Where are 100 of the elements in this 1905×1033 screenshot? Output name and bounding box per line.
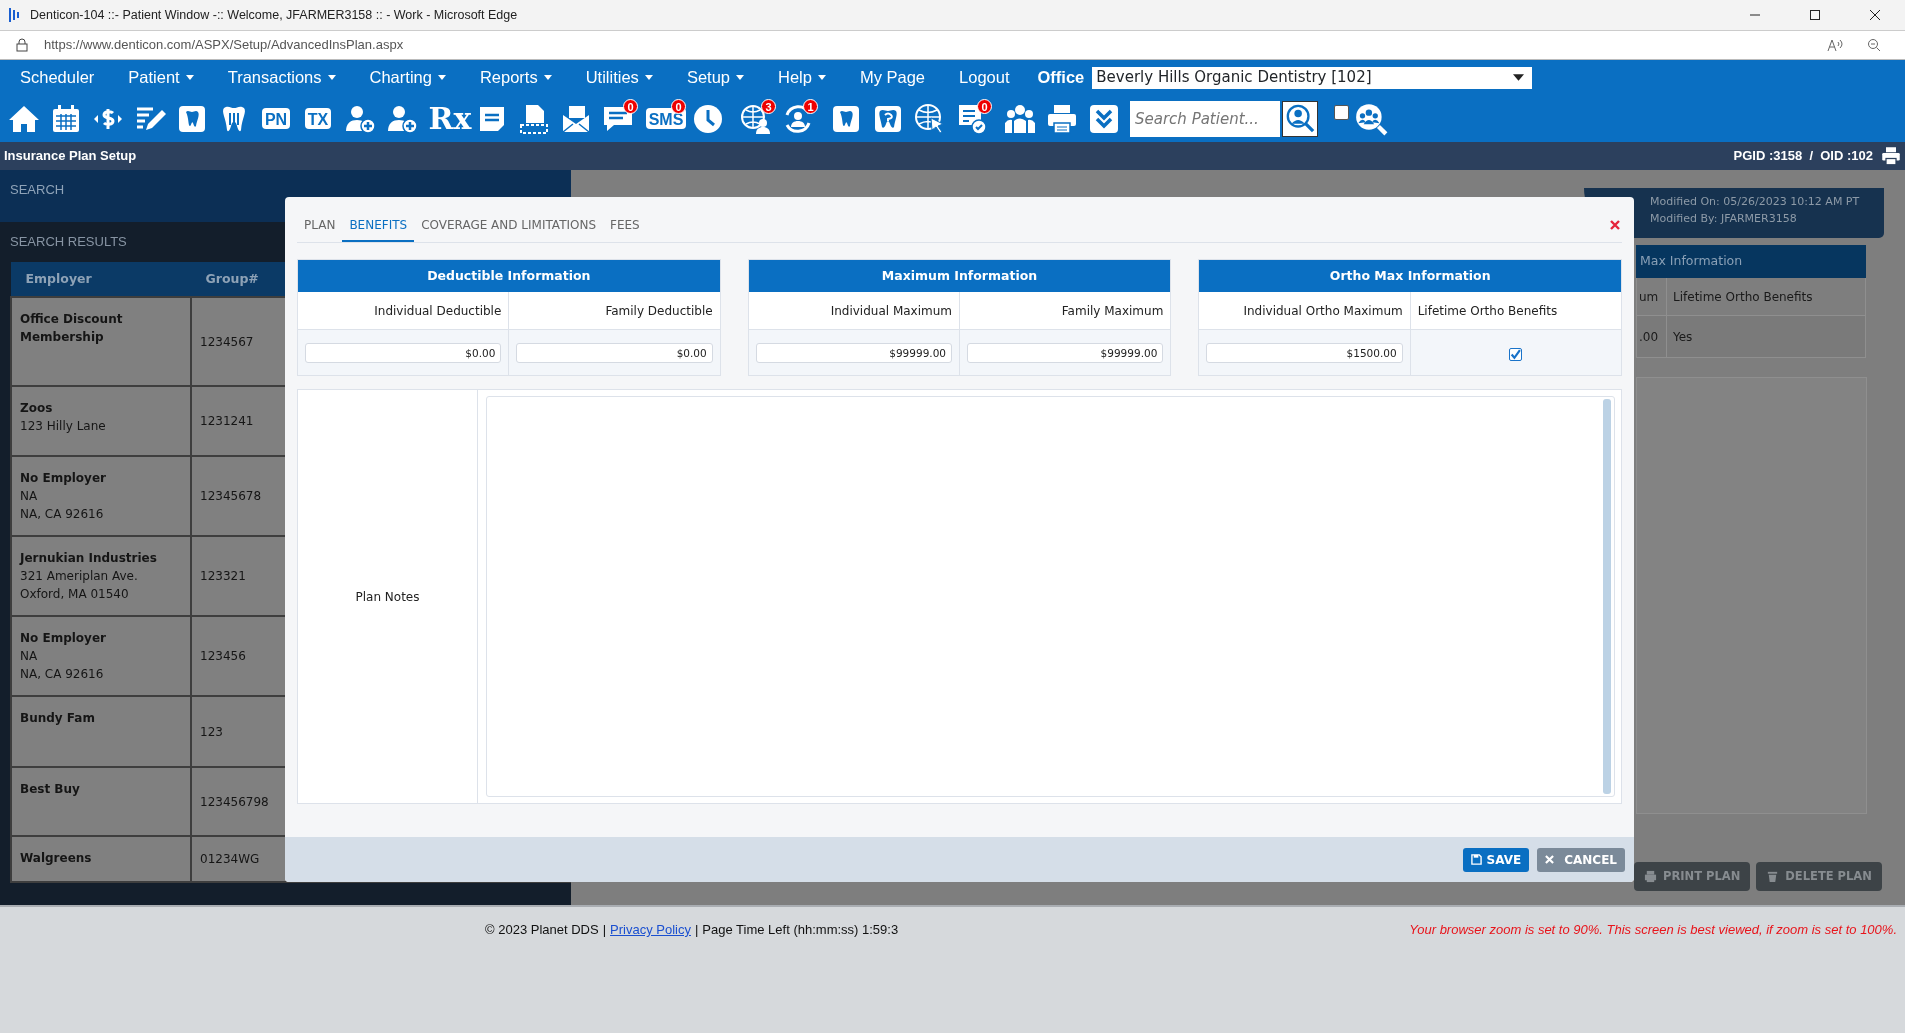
office-select[interactable]: Beverly Hills Organic Dentistry [102] (1092, 66, 1533, 89)
separator-text: | (602, 921, 607, 939)
employer-cell: Office Discount Membership (11, 297, 191, 386)
trash-icon (1766, 870, 1780, 884)
field-label: Family Maximum (1061, 302, 1164, 320)
menu-item[interactable]: Scheduler (8, 65, 107, 90)
section-header: Maximum Information (748, 260, 1171, 292)
time-left-text: Page Time Left (hh:mm:ss) 1:59:3 (702, 921, 899, 939)
window-title: Denticon-104 ::- Patient Window -:: Welcome, JFARMER3158 :: - Work - Microsoft Edge (30, 6, 518, 24)
section-header: Ortho Max Information (1199, 260, 1621, 292)
caret-icon (817, 75, 826, 80)
employer-cell: No Employer NA NA, CA 92616 (11, 456, 191, 536)
field-label: Family Deductible (605, 302, 713, 320)
menu-item[interactable]: Setup (674, 65, 756, 90)
count-badge: 0 (977, 98, 992, 114)
office-label: Office (1037, 67, 1085, 89)
tab[interactable]: BENEFITS (342, 208, 415, 242)
printer-icon[interactable] (1046, 102, 1078, 135)
plan-action-button[interactable]: PRINT PLAN (1634, 862, 1751, 892)
amount-field[interactable]: $99999.00 (755, 342, 952, 363)
zoom-out-icon[interactable] (1867, 38, 1881, 52)
printer-icon[interactable] (1881, 146, 1901, 167)
printer-icon (1644, 870, 1657, 884)
modified-by-text: Modified By: JFARMER3158 (1650, 210, 1798, 227)
caret-icon (185, 75, 194, 80)
column-header: Lifetime Ortho Benefits (1672, 288, 1814, 306)
field-label: Plan Notes (355, 588, 420, 606)
copyright-text: © 2023 Planet DDS (485, 921, 599, 939)
checkbox[interactable] (1334, 105, 1349, 120)
menu-item[interactable]: Patient (116, 65, 206, 90)
count-badge: 1 (803, 98, 818, 114)
count-badge: 0 (671, 98, 686, 114)
save-button[interactable]: SAVE (1462, 847, 1530, 872)
menu-item[interactable]: Utilities (573, 65, 665, 90)
section-header: Max Information (1636, 245, 1866, 278)
search-button[interactable] (1282, 100, 1318, 137)
page-title: Insurance Plan Setup (4, 147, 137, 166)
plan-ids: PGID :3158 / OID :102 (1733, 147, 1873, 166)
menu-item[interactable]: My Page (847, 65, 938, 90)
employer-cell: Best Buy (11, 767, 191, 836)
employer-cell: Zoos 123 Hilly Lane (11, 386, 191, 456)
field-label: Individual Maximum (830, 302, 952, 320)
close-icon (1545, 855, 1555, 864)
table-cell-text: Yes (1672, 328, 1694, 346)
person-search-icon (1285, 103, 1315, 134)
amount-field[interactable]: $0.00 (516, 342, 713, 363)
menu-item[interactable]: Logout (947, 65, 1022, 90)
chevrons-icon[interactable] (1088, 102, 1120, 135)
toolbar-button[interactable]: PN (261, 108, 291, 129)
calendar-icon[interactable] (50, 102, 82, 135)
checkbox[interactable] (1509, 348, 1523, 361)
group-search-icon[interactable] (1354, 101, 1388, 136)
people-icon[interactable] (1004, 102, 1036, 135)
modified-on-text: Modified On: 05/26/2023 10:12 AM PT (1650, 194, 1861, 210)
caret-icon (327, 75, 336, 80)
amount-field[interactable]: $1500.00 (1206, 342, 1403, 363)
field-label: Lifetime Ortho Benefits (1417, 302, 1558, 320)
zoom-warning-text: Your browser zoom is set to 90%. This screen is best viewed, if zoom is set to 100%. (1409, 921, 1897, 939)
employer-cell: Walgreens (11, 836, 191, 882)
scroll-bar[interactable] (1603, 399, 1611, 794)
privacy-policy-link[interactable]: Privacy Policy (610, 920, 691, 940)
separator-text: | (694, 921, 699, 939)
employer-cell: No Employer NA NA, CA 92616 (11, 616, 191, 696)
cancel-button[interactable]: CANCEL (1537, 847, 1625, 872)
globe-cursor-icon[interactable] (914, 102, 946, 135)
search-field[interactable]: Search Patient... (1130, 100, 1280, 137)
employer-cell: Bundy Fam (11, 696, 191, 767)
clock-icon[interactable] (692, 102, 724, 135)
save-icon (1470, 854, 1482, 865)
maximize-icon[interactable] (1809, 9, 1821, 21)
document-check-icon[interactable] (956, 102, 988, 135)
table-cell: .00 (1637, 316, 1667, 357)
url-text[interactable]: https://www.denticon.com/ASPX/Setup/AdvancedInsPlan.aspx (44, 35, 404, 55)
app-icon (8, 7, 22, 23)
read-aloud-icon[interactable] (1827, 38, 1843, 52)
toolbar-button[interactable]: Rx (428, 103, 472, 134)
menu-item[interactable]: Transactions (215, 65, 348, 90)
notes-field[interactable] (486, 396, 1615, 797)
tab[interactable]: FEES (603, 208, 647, 242)
caret-icon (437, 75, 446, 80)
plan-action-button[interactable]: DELETE PLAN (1756, 862, 1882, 892)
count-badge: 0 (623, 98, 638, 114)
field-label: Individual Deductible (374, 302, 502, 320)
column-header: um (1637, 278, 1667, 315)
close-icon[interactable] (1869, 9, 1881, 21)
count-badge: 3 (761, 98, 776, 114)
globe-person-icon[interactable] (740, 102, 772, 135)
caret-icon (644, 75, 653, 80)
caret-icon (543, 75, 552, 80)
toolbar-button[interactable]: TX (304, 108, 332, 129)
menu-item[interactable]: Help (766, 65, 838, 90)
menu-item[interactable]: Charting (357, 65, 458, 90)
section-heading: SEARCH RESULTS (9, 233, 128, 251)
amount-field[interactable]: $0.00 (305, 342, 502, 363)
menu-item[interactable]: Reports (467, 65, 564, 90)
field-label: Individual Ortho Maximum (1243, 302, 1403, 320)
amount-field[interactable]: $99999.00 (967, 342, 1164, 363)
scanner-icon[interactable] (518, 102, 550, 135)
column-header: Employer (11, 262, 191, 297)
section-header: Deductible Information (298, 260, 720, 292)
